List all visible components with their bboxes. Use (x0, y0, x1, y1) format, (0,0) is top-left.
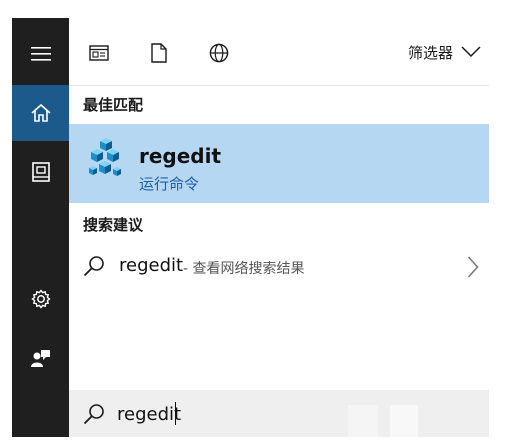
registry-editor-icon (89, 138, 121, 176)
best-match-title: regedit (139, 144, 222, 168)
notebook-icon[interactable] (12, 144, 69, 200)
search-icon (83, 404, 104, 425)
text-caret (175, 402, 176, 425)
best-match-subtitle: 运行命令 (139, 175, 200, 193)
search-box (69, 390, 489, 437)
search-results-panel: 筛选器 最佳匹配 regedit 运行命令 搜索建议 regedit - 查看网… (69, 18, 489, 437)
filter-bar: 筛选器 (69, 18, 489, 86)
blur-patch (390, 405, 418, 437)
chevron-down-icon (461, 46, 481, 58)
best-match-result[interactable]: regedit 运行命令 (69, 124, 489, 203)
suggestion-item[interactable]: regedit - 查看网络搜索结果 (69, 243, 489, 291)
suggestion-description: - 查看网络搜索结果 (183, 261, 305, 277)
suggestion-query: regedit (119, 255, 184, 276)
search-icon (83, 256, 104, 277)
left-rail (12, 18, 69, 437)
apps-icon[interactable] (88, 42, 110, 64)
feedback-icon[interactable] (12, 330, 69, 386)
menu-icon[interactable] (12, 26, 69, 82)
filter-label: 筛选器 (407, 43, 453, 62)
blur-patch (348, 405, 378, 437)
web-icon[interactable] (208, 42, 230, 64)
best-match-header: 最佳匹配 (83, 96, 144, 114)
suggestions-header: 搜索建议 (83, 216, 144, 234)
home-icon[interactable] (12, 85, 69, 141)
settings-icon[interactable] (12, 271, 69, 327)
documents-icon[interactable] (148, 42, 170, 64)
filter-dropdown[interactable]: 筛选器 (408, 40, 481, 64)
chevron-right-icon (467, 256, 479, 278)
